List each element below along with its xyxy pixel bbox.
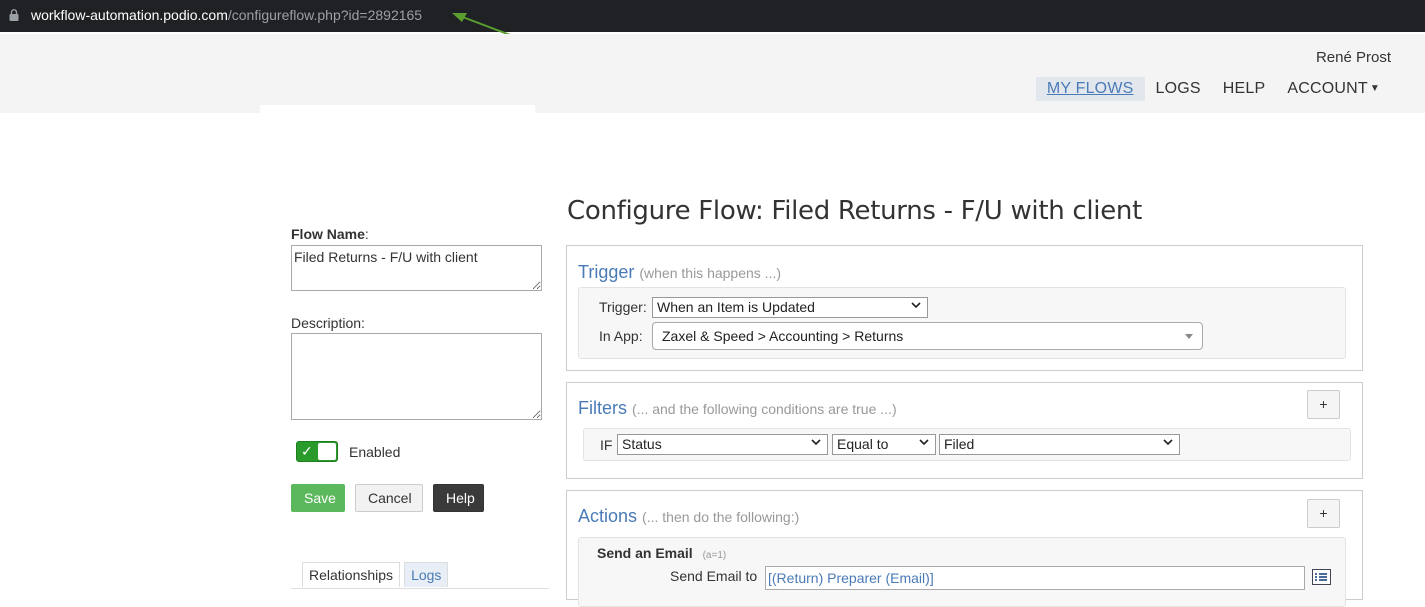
- trigger-panel: Trigger (when this happens ...) Trigger:…: [566, 245, 1363, 371]
- bottom-tabs: Relationships Logs: [302, 562, 449, 587]
- url-host: workflow-automation.podio.com: [31, 7, 228, 23]
- tab-relationships[interactable]: Relationships: [302, 562, 401, 587]
- nav-account-label: ACCOUNT: [1287, 80, 1368, 97]
- filters-title: Filters: [578, 398, 627, 418]
- dropdown-arrow-icon: [1185, 334, 1193, 339]
- main-nav: MY FLOWS LOGS HELP ACCOUNT ▼: [1035, 77, 1391, 101]
- app-select[interactable]: Zaxel & Speed > Accounting > Returns: [652, 322, 1203, 350]
- url-path: /configureflow.php?id=2892165: [227, 7, 423, 23]
- save-button[interactable]: Save: [291, 484, 345, 512]
- list-icon: [1315, 573, 1327, 581]
- actions-subtitle: (... then do the following:): [642, 509, 800, 525]
- help-button[interactable]: Help: [433, 484, 484, 512]
- filter-field-value: Status: [622, 436, 662, 452]
- trigger-select[interactable]: When an Item is Updated: [652, 297, 928, 318]
- check-icon: ✓: [301, 443, 313, 459]
- app-label: In App:: [599, 328, 643, 344]
- chevron-down-icon: [811, 437, 821, 447]
- description-label: Description:: [291, 315, 365, 331]
- field-picker-icon[interactable]: [1312, 569, 1331, 585]
- send-to-label: Send Email to: [670, 568, 758, 584]
- action-title: Send an Email: [597, 545, 693, 561]
- add-filter-button[interactable]: +: [1307, 390, 1340, 419]
- page-title: Configure Flow: Filed Returns - F/U with…: [567, 196, 1142, 227]
- filters-panel: Filters (... and the following condition…: [566, 382, 1363, 479]
- user-name[interactable]: René Prost: [1316, 49, 1391, 66]
- filter-operator-value: Equal to: [837, 436, 889, 452]
- filter-compare-value: Filed: [944, 436, 975, 452]
- filter-field-select[interactable]: Status: [617, 434, 828, 455]
- tabs-divider: [291, 588, 549, 589]
- filter-operator-select[interactable]: Equal to: [832, 434, 936, 455]
- chevron-down-icon: [911, 300, 921, 310]
- actions-title: Actions: [578, 506, 638, 526]
- enabled-toggle[interactable]: ✓: [296, 441, 338, 462]
- trigger-config-box: Trigger: When an Item is Updated In App:…: [578, 287, 1346, 359]
- filter-row: IF Status Equal to Filed: [583, 428, 1351, 461]
- nav-logs[interactable]: LOGS: [1145, 77, 1212, 101]
- action-title-row: Send an Email (a=1): [597, 545, 726, 561]
- caret-down-icon: ▼: [1369, 83, 1380, 94]
- flow-name-label: Flow Name: [291, 226, 365, 242]
- app-header: René Prost MY FLOWS LOGS HELP ACCOUNT ▼: [0, 34, 1425, 113]
- nav-account[interactable]: ACCOUNT ▼: [1276, 77, 1391, 101]
- send-to-input[interactable]: [(Return) Preparer (Email)]: [765, 566, 1305, 590]
- trigger-title: Trigger: [578, 262, 635, 282]
- nav-my-flows[interactable]: MY FLOWS: [1035, 77, 1145, 101]
- toggle-knob: [318, 443, 336, 460]
- app-select-value: Zaxel & Speed > Accounting > Returns: [662, 328, 904, 344]
- actions-panel: Actions (... then do the following:) + S…: [566, 490, 1363, 607]
- header-tab-notch: [260, 105, 535, 115]
- filter-value-select[interactable]: Filed: [939, 434, 1180, 455]
- url-text[interactable]: workflow-automation.podio.com/configuref…: [31, 7, 422, 23]
- cancel-button[interactable]: Cancel: [355, 484, 423, 512]
- tab-logs[interactable]: Logs: [404, 562, 449, 587]
- nav-help[interactable]: HELP: [1212, 77, 1277, 101]
- browser-url-bar[interactable]: workflow-automation.podio.com/configuref…: [0, 0, 1425, 32]
- chevron-down-icon: [919, 437, 929, 447]
- flow-name-label-row: Flow Name:: [291, 226, 369, 242]
- action-id: (a=1): [702, 550, 727, 561]
- description-input[interactable]: [291, 333, 542, 420]
- add-action-button[interactable]: +: [1307, 499, 1340, 528]
- lock-icon: [9, 9, 19, 21]
- if-label: IF: [600, 437, 613, 453]
- filters-subtitle: (... and the following conditions are tr…: [632, 401, 897, 417]
- send-to-token: [(Return) Preparer (Email)]: [768, 570, 934, 586]
- trigger-select-value: When an Item is Updated: [657, 299, 815, 315]
- chevron-down-icon: [1163, 437, 1173, 447]
- enabled-label: Enabled: [349, 444, 401, 460]
- trigger-subtitle: (when this happens ...): [639, 265, 782, 281]
- trigger-title-row: Trigger (when this happens ...): [578, 262, 781, 283]
- trigger-label: Trigger:: [599, 299, 647, 315]
- action-box: Send an Email (a=1) Send Email to [(Retu…: [578, 537, 1346, 607]
- filters-title-row: Filters (... and the following condition…: [578, 398, 897, 419]
- flow-name-input[interactable]: Filed Returns - F/U with client: [291, 245, 542, 291]
- actions-title-row: Actions (... then do the following:): [578, 506, 799, 527]
